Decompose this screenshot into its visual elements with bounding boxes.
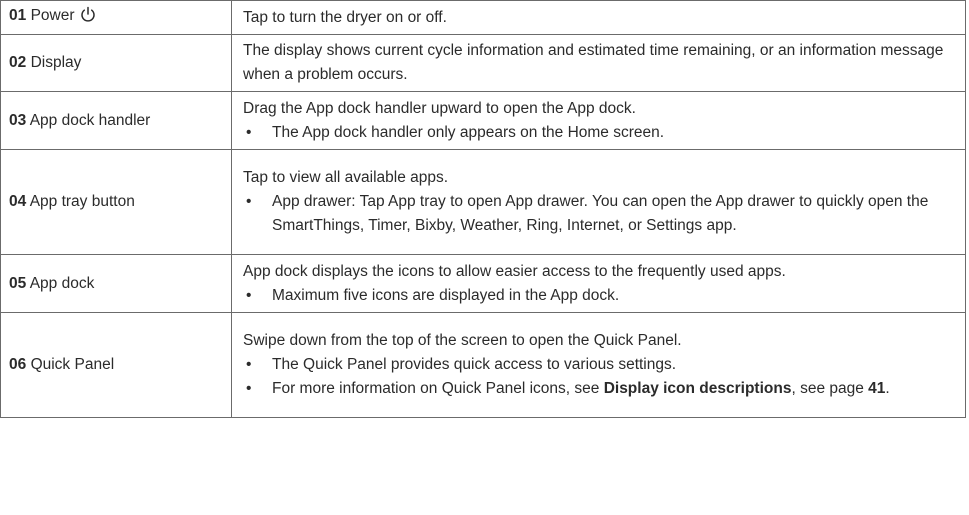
bullet-text-part: For more information on Quick Panel icon… [272, 380, 604, 397]
feature-description-cell: Drag the App dock handler upward to open… [231, 91, 966, 150]
feature-number: 03 [9, 111, 27, 129]
bullet-list: • The App dock handler only appears on th… [243, 121, 957, 145]
feature-name: Display [30, 54, 82, 71]
bullet-text: For more information on Quick Panel icon… [272, 380, 890, 397]
bullet-list: • The Quick Panel provides quick access t… [243, 353, 957, 401]
feature-description: Tap to turn the dryer on or off. [243, 8, 447, 26]
page-reference: 41 [868, 380, 886, 397]
bullet-list: • Maximum five icons are displayed in the… [243, 284, 957, 308]
table-row: 01 Power Tap to turn the dryer on or off… [0, 0, 966, 35]
feature-description: Swipe down from the top of the screen to… [243, 332, 682, 349]
feature-description-cell: The display shows current cycle informat… [231, 34, 966, 92]
bullet-text: Maximum five icons are displayed in the … [272, 286, 620, 304]
feature-description: Drag the App dock handler upward to open… [243, 99, 636, 117]
feature-number: 05 [9, 274, 27, 292]
table-row: 04 App tray button Tap to view all avail… [0, 149, 966, 255]
bullet-text-part: , see page [791, 380, 869, 397]
bullet-text: The App dock handler only appears on the… [272, 123, 665, 141]
feature-description-cell: Swipe down from the top of the screen to… [231, 312, 966, 418]
feature-number: 02 [9, 54, 27, 71]
feature-number: 06 [9, 356, 27, 373]
feature-description-cell: Tap to view all available apps. • App dra… [231, 149, 966, 255]
feature-name: Quick Panel [30, 356, 115, 373]
bullet-item: • Maximum five icons are displayed in the… [243, 284, 957, 308]
feature-description: App dock displays the icons to allow eas… [243, 262, 786, 280]
power-icon [80, 6, 96, 31]
table-row: 06 Quick Panel Swipe down from the top o… [0, 312, 966, 418]
feature-description: Tap to view all available apps. [243, 169, 449, 186]
bullet-text: App drawer: Tap App tray to open App dra… [272, 193, 929, 234]
feature-name-cell: 06 Quick Panel [0, 312, 232, 418]
bullet-text: The Quick Panel provides quick access to… [272, 356, 677, 373]
feature-description-cell: App dock displays the icons to allow eas… [231, 254, 966, 313]
feature-name-cell: 02 Display [0, 34, 232, 92]
cross-reference-link[interactable]: Display icon descriptions [604, 380, 792, 397]
bullet-item: • App drawer: Tap App tray to open App dr… [243, 190, 957, 238]
feature-description: The display shows current cycle informat… [243, 42, 944, 83]
feature-name-cell: 04 App tray button [0, 149, 232, 255]
bullet-marker: • [246, 123, 252, 141]
bullet-marker: • [246, 286, 252, 304]
bullet-list: • App drawer: Tap App tray to open App dr… [243, 190, 957, 238]
bullet-item: • The App dock handler only appears on th… [243, 121, 957, 145]
feature-name-cell: 05 App dock [0, 254, 232, 313]
table-row: 02 Display The display shows current cyc… [0, 34, 966, 92]
feature-name: App dock [29, 274, 95, 292]
feature-description-cell: Tap to turn the dryer on or off. [231, 0, 966, 35]
feature-table: 01 Power Tap to turn the dryer on or off… [0, 0, 966, 418]
feature-name: App dock handler [29, 111, 151, 129]
bullet-marker: • [246, 380, 252, 397]
feature-name: Power [30, 7, 75, 24]
bullet-text-part: . [885, 380, 890, 397]
table-row: 05 App dock App dock displays the icons … [0, 254, 966, 313]
feature-number: 04 [9, 193, 27, 210]
bullet-item: • For more information on Quick Panel ico… [243, 377, 957, 401]
feature-number: 01 [9, 7, 27, 24]
bullet-marker: • [246, 193, 252, 210]
feature-name: App tray button [29, 193, 135, 210]
feature-name-cell: 01 Power [0, 0, 232, 35]
bullet-item: • The Quick Panel provides quick access t… [243, 353, 957, 377]
table-row: 03 App dock handler Drag the App dock ha… [0, 91, 966, 150]
feature-name-cell: 03 App dock handler [0, 91, 232, 150]
bullet-marker: • [246, 356, 252, 373]
